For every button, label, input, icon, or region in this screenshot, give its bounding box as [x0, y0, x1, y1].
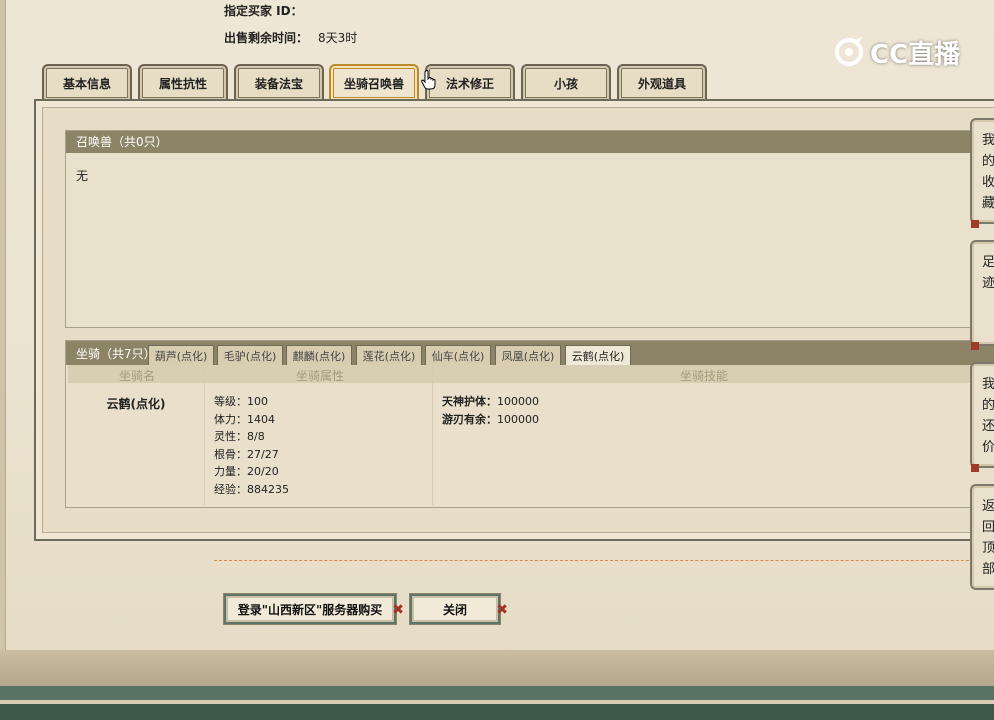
tab-label: 法术修正: [445, 76, 494, 91]
tab-label: 装备法宝: [254, 76, 303, 91]
side-tab-counter-offer[interactable]: 我的还价: [970, 362, 994, 472]
mount-section: 坐骑（共7只） 葫芦(点化) 毛驴(点化) 麒麟(点化) 莲花(点化) 仙车(点…: [65, 340, 994, 508]
summon-section: 召唤兽（共0只） 无: [65, 130, 994, 328]
tab-appearance[interactable]: 外观道具: [617, 64, 707, 100]
mount-column-header: 坐骑名 坐骑属性 坐骑技能: [68, 365, 994, 383]
cc-logo-icon: [835, 37, 863, 66]
attr-value: 20/20: [247, 465, 279, 478]
cc-live-logo: CC直播: [832, 30, 962, 74]
subtab-mount-5[interactable]: 仙车(点化): [425, 345, 491, 365]
summon-header: 召唤兽（共0只）: [66, 131, 994, 153]
attr-value: 8/8: [247, 430, 265, 443]
tab-equipment[interactable]: 装备法宝: [234, 64, 324, 100]
subtab-mount-7[interactable]: 云鹤(点化): [565, 345, 631, 366]
attr-value: 27/27: [247, 447, 279, 461]
skill-value: 100000: [497, 395, 539, 408]
subtab-label: 云鹤(点化): [571, 350, 625, 363]
tab-attributes[interactable]: 属性抗性: [138, 64, 228, 100]
subtab-mount-2[interactable]: 毛驴(点化): [217, 345, 283, 365]
column-divider: [204, 365, 205, 505]
tab-label: 属性抗性: [158, 76, 207, 91]
skill-row: 游刃有余：100000: [442, 411, 539, 429]
login-buy-button[interactable]: 登录"山西新区"服务器购买 ✖: [224, 594, 404, 624]
tab-basic-info[interactable]: 基本信息: [42, 64, 132, 100]
tab-mount-summon[interactable]: 坐骑召唤兽: [329, 64, 419, 100]
tab-child[interactable]: 小孩: [521, 64, 611, 100]
side-tab-marker: [971, 342, 979, 350]
skill-row: 天神护体：100000: [442, 393, 539, 411]
subtab-label: 毛驴(点化): [223, 349, 277, 363]
tab-label: 小孩: [553, 76, 578, 91]
side-tab-favorites[interactable]: 我的收藏: [970, 118, 994, 228]
subtab-label: 仙车(点化): [431, 349, 485, 363]
logo-text: CC直播: [870, 39, 961, 70]
tab-label: 外观道具: [637, 76, 686, 91]
subtab-label: 莲花(点化): [362, 349, 416, 363]
mount-name: 云鹤(点化): [106, 397, 166, 411]
attr-value: 1404: [247, 412, 275, 426]
subtab-mount-3[interactable]: 麒麟(点化): [286, 345, 352, 365]
attr-value: 100: [247, 395, 268, 408]
attr-row: 经验：884235: [214, 481, 289, 499]
tab-spell-fix[interactable]: 法术修正: [425, 64, 515, 100]
col-mount-name: 坐骑名: [118, 369, 155, 383]
side-tab-history[interactable]: 足迹: [970, 240, 994, 350]
sale-time-row: 出售剩余时间： 8天3时: [224, 29, 357, 46]
buyer-id-label: 指定买家 ID：: [224, 4, 303, 18]
attr-label: 根骨：: [214, 447, 247, 461]
hand-cursor-icon: [421, 70, 437, 93]
login-buy-label: 登录"山西新区"服务器购买: [237, 602, 383, 617]
mount-title: 坐骑（共7只）: [76, 347, 156, 361]
left-border: [0, 0, 6, 650]
col-mount-skill: 坐骑技能: [679, 369, 728, 383]
bottom-decoration: [0, 650, 994, 720]
column-divider: [432, 365, 433, 505]
attr-row: 等级：100: [214, 393, 289, 411]
tab-label: 基本信息: [62, 76, 111, 91]
close-button[interactable]: 关闭 ✖: [410, 594, 508, 624]
attr-row: 根骨：27/27: [214, 446, 289, 464]
bottom-stripe: [0, 686, 994, 700]
subtab-label: 葫芦(点化): [154, 349, 208, 363]
ribbon-icon: ✖: [392, 602, 404, 618]
attr-label: 等级：: [214, 395, 247, 408]
skill-label: 游刃有余：: [442, 412, 497, 426]
skill-label: 天神护体：: [442, 395, 497, 408]
side-tab-back-to-top[interactable]: 返回顶部: [970, 484, 994, 590]
side-tab-label: 我的还价: [982, 377, 994, 455]
tab-label: 坐骑召唤兽: [343, 76, 404, 91]
attr-label: 力量：: [214, 465, 247, 478]
skill-value: 100000: [497, 412, 539, 426]
sale-time-label: 出售剩余时间：: [224, 31, 309, 45]
attr-row: 力量：20/20: [214, 463, 289, 481]
dashed-divider: [214, 560, 994, 561]
subtab-mount-1[interactable]: 葫芦(点化): [148, 345, 214, 365]
side-tab-label: 足迹: [982, 255, 994, 291]
subtab-label: 麒麟(点化): [292, 349, 346, 363]
attr-row: 灵性：8/8: [214, 428, 289, 446]
buyer-id-row: 指定买家 ID：: [224, 2, 303, 19]
mount-attributes: 等级：100 体力：1404 灵性：8/8 根骨：27/27 力量：20/20 …: [214, 393, 289, 498]
mount-header: 坐骑（共7只） 葫芦(点化) 毛驴(点化) 麒麟(点化) 莲花(点化) 仙车(点…: [66, 341, 994, 366]
bottom-stripe: [0, 704, 994, 720]
attr-label: 灵性：: [214, 430, 247, 443]
side-tab-label: 返回顶部: [982, 499, 994, 577]
attr-label: 经验：: [214, 482, 247, 496]
attr-label: 体力：: [214, 412, 247, 426]
close-label: 关闭: [442, 602, 467, 617]
attr-row: 体力：1404: [214, 411, 289, 429]
side-tab-marker: [971, 464, 979, 472]
attr-value: 884235: [247, 482, 289, 496]
subtab-mount-6[interactable]: 凤凰(点化): [495, 345, 561, 365]
subtab-label: 凤凰(点化): [501, 349, 555, 363]
col-mount-attr: 坐骑属性: [295, 369, 344, 383]
summon-empty-text: 无: [76, 169, 89, 183]
sale-time-value: 8天3时: [318, 31, 358, 45]
ribbon-icon: ✖: [496, 602, 508, 618]
mount-skills: 天神护体：100000 游刃有余：100000: [442, 393, 539, 428]
side-tab-marker: [971, 220, 979, 228]
subtab-mount-4[interactable]: 莲花(点化): [356, 345, 422, 365]
side-tab-label: 我的收藏: [982, 133, 994, 211]
